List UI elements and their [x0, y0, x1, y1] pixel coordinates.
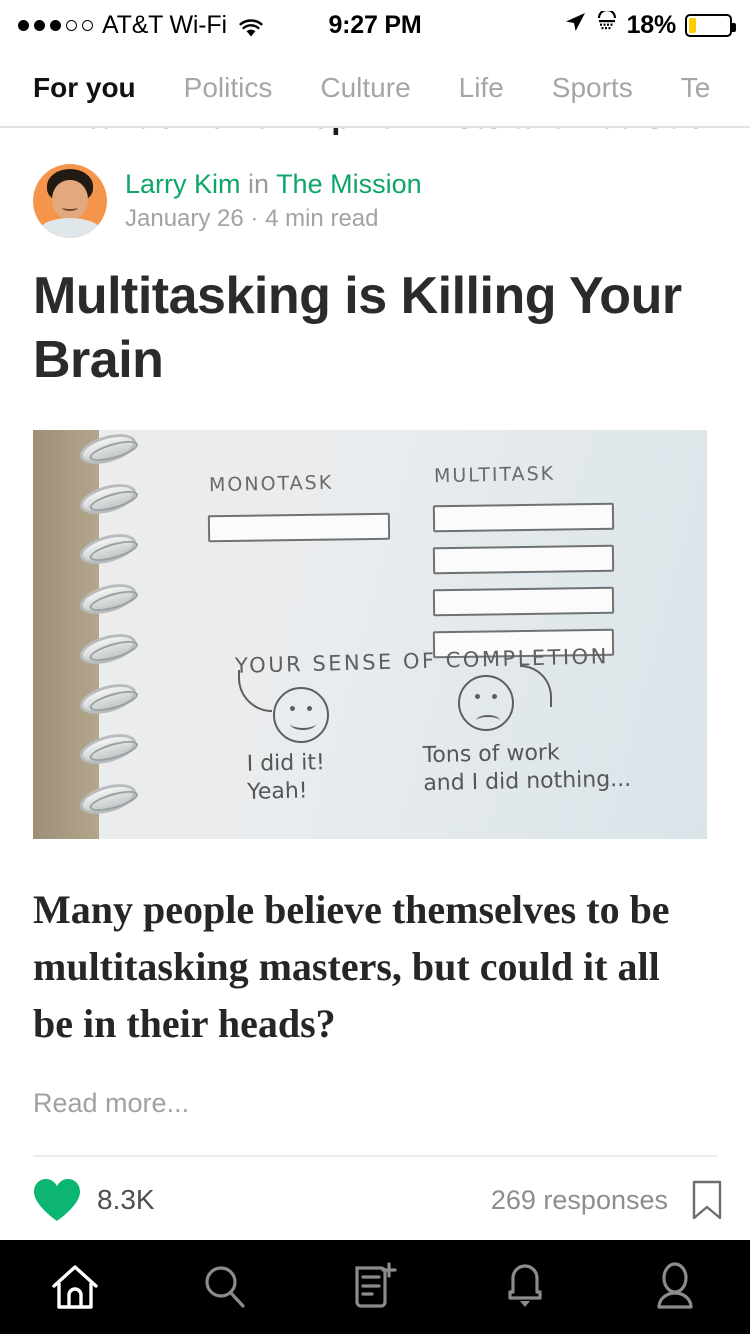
sad-caption: Tons of work and I did nothing...	[422, 738, 631, 798]
heart-icon[interactable]	[33, 1178, 81, 1222]
publish-date: January 26	[125, 205, 244, 232]
happy-caption: I did it! Yeah!	[246, 749, 325, 807]
nav-new-story[interactable]	[300, 1261, 450, 1313]
multitask-progress-bar	[432, 586, 615, 617]
happy-caption-line-2: Yeah!	[247, 778, 308, 805]
alarm-clock-icon	[596, 8, 618, 40]
tab-te[interactable]: Te	[681, 72, 711, 104]
clap-count: 8.3K	[97, 1184, 155, 1215]
publication-name[interactable]: The Mission	[276, 169, 422, 199]
signal-strength-dots	[18, 19, 93, 31]
article-headline[interactable]: Multitasking is Killing Your Brain	[0, 238, 750, 392]
happy-caption-line-1: I did it!	[246, 750, 326, 777]
byline-meta-line: January 26 · 4 min read	[125, 203, 422, 235]
sad-caption-line-2: and I did nothing...	[423, 766, 632, 797]
monotask-label: MONOTASK	[208, 471, 334, 497]
tab-sports[interactable]: Sports	[552, 72, 633, 104]
battery-icon	[685, 13, 736, 37]
read-time: 4 min read	[265, 205, 379, 232]
byline-author-line: Larry Kim in The Mission	[125, 167, 422, 201]
author-name[interactable]: Larry Kim	[125, 169, 241, 199]
nav-notifications[interactable]	[450, 1261, 600, 1313]
bookmark-icon[interactable]	[692, 1180, 722, 1220]
notebook-cover	[33, 430, 99, 839]
sad-caption-line-1: Tons of work	[422, 740, 560, 769]
status-bar: AT&T Wi-Fi 9:27 PM 18%	[0, 0, 750, 50]
byline: Larry Kim in The Mission January 26 · 4 …	[0, 158, 750, 238]
tab-politics[interactable]: Politics	[184, 72, 273, 104]
read-more-link[interactable]: Read more...	[0, 1052, 750, 1119]
article-subtitle: Many people believe themselves to be mul…	[33, 887, 670, 1046]
byline-text: Larry Kim in The Mission January 26 · 4 …	[125, 167, 422, 235]
multitask-label: MULTITASK	[433, 462, 556, 488]
tab-culture[interactable]: Culture	[320, 72, 410, 104]
sad-face-icon	[458, 675, 514, 731]
engagement-right: 269 responses	[491, 1180, 722, 1220]
battery-percent-label: 18%	[626, 10, 677, 39]
avatar[interactable]	[33, 164, 107, 238]
wifi-icon	[239, 16, 263, 36]
status-bar-clock: 9:27 PM	[328, 10, 422, 39]
status-bar-left: AT&T Wi-Fi	[18, 11, 328, 40]
status-bar-right: 18%	[422, 8, 736, 40]
nav-home[interactable]	[0, 1262, 150, 1312]
responses-count[interactable]: 269 responses	[491, 1185, 668, 1216]
nav-profile[interactable]	[600, 1261, 750, 1313]
bottom-navigation-bar[interactable]	[0, 1240, 750, 1334]
notebook-sketch-image[interactable]: MONOTASK MULTITASK YOUR SENSE OF COMPLET…	[33, 430, 707, 839]
category-tab-bar[interactable]: For you Politics Culture Life Sports Te	[0, 50, 750, 126]
nav-search[interactable]	[150, 1262, 300, 1312]
meta-separator: ·	[250, 205, 259, 232]
engagement-bar: 8.3K 269 responses	[0, 1157, 750, 1243]
multitask-progress-bar	[432, 544, 615, 575]
clap-group[interactable]: 8.3K	[33, 1178, 155, 1222]
location-arrow-icon	[564, 10, 587, 40]
tab-for-you[interactable]: For you	[33, 72, 136, 104]
tab-life[interactable]: Life	[459, 72, 504, 104]
multitask-progress-bar	[432, 502, 615, 533]
carrier-label: AT&T Wi-Fi	[102, 10, 227, 39]
previous-card-peek: Nintendo Power Top Ten Lists and 100 Suc…	[0, 128, 750, 158]
byline-in-word: in	[248, 169, 270, 199]
article-card[interactable]: Nintendo Power Top Ten Lists and 100 Suc…	[0, 128, 750, 1243]
happy-face-icon	[273, 687, 329, 743]
monotask-progress-bar	[207, 512, 391, 543]
